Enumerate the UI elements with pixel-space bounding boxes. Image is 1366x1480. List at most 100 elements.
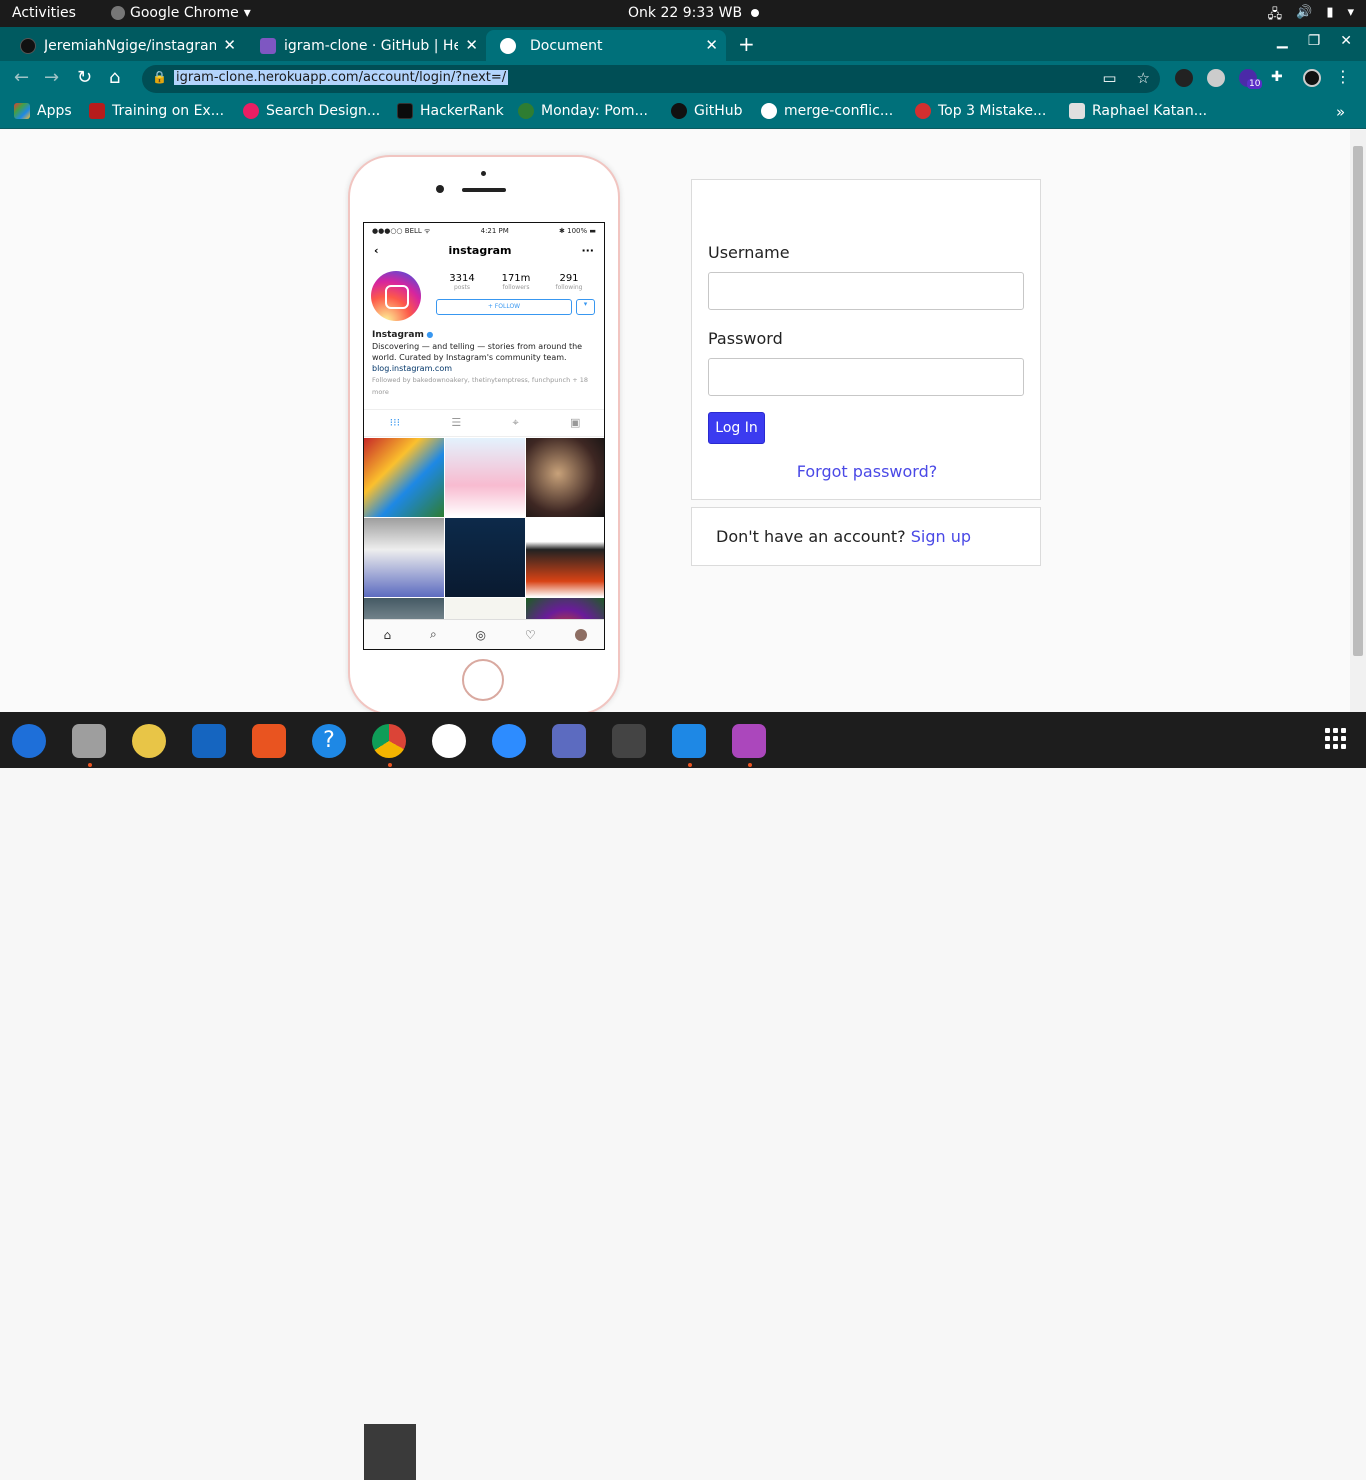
bookmark-top-mistakes[interactable]: Top 3 Mistake... [915,103,1046,119]
minimize-icon[interactable]: ▁ [1277,33,1288,49]
system-monitor-icon[interactable] [612,724,646,758]
password-input[interactable] [708,358,1024,396]
bookmark-star-icon[interactable]: ☆ [1137,69,1150,87]
software-center-icon[interactable] [252,724,286,758]
grid-view-icon: ⁝⁝⁝ [389,416,401,429]
ig-photo [364,518,444,597]
extension-badge-icon[interactable]: 10 [1239,69,1263,89]
ig-follow-button: + FOLLOW [436,299,572,315]
ig-bottom-nav: ⌂ ⌕ ◎ ♡ [364,619,604,649]
slack-icon[interactable] [432,724,466,758]
help-icon[interactable]: ? [312,724,346,758]
camera-icon: ◎ [475,627,487,642]
phone-camera [436,185,444,193]
location-pin-icon: ⌖ [512,416,519,429]
close-tab-icon[interactable]: ✕ [705,36,718,54]
more-bookmarks-icon[interactable]: » [1336,103,1345,121]
chrome-icon[interactable] [372,724,406,758]
close-window-icon[interactable]: ✕ [1340,33,1352,49]
clock[interactable]: Onk 22 9:33 WB [628,5,742,21]
bookmark-github[interactable]: GitHub [671,103,743,119]
screenshot-icon[interactable] [552,724,586,758]
tab-document[interactable]: Document ✕ [486,30,726,61]
url-text[interactable]: igram-clone.herokuapp.com/account/login/… [174,70,509,85]
bookmark-apps[interactable]: Apps [14,103,72,119]
rhythmbox-icon[interactable] [132,724,166,758]
stat-label: following [555,284,583,291]
tab-heroku[interactable]: igram-clone · GitHub | Her ✕ [240,30,486,61]
ig-view-tabs: ⁝⁝⁝ ☰ ⌖ ▣ [364,409,604,437]
dribbble-icon [243,103,259,119]
bookmark-search-design[interactable]: Search Design... [243,103,380,119]
new-tab-button[interactable]: + [738,32,755,56]
search-icon: ⌕ [429,627,437,641]
username-input[interactable] [708,272,1024,310]
app-menu[interactable]: Google Chrome ▾ [111,5,251,21]
menu-dots-icon[interactable]: ⋮ [1335,69,1353,87]
login-button[interactable]: Log In [708,412,765,444]
video-app-icon[interactable] [732,724,766,758]
forward-arrow-icon[interactable]: → [44,67,59,88]
tab-github-repo[interactable]: JeremiahNgige/instagram ✕ [0,30,244,61]
back-arrow-icon[interactable]: ← [14,67,29,88]
ig-stat-posts: 3314 posts [442,273,482,291]
files-icon[interactable] [72,724,106,758]
instagram-logo-icon [371,271,421,321]
github-icon [671,103,687,119]
running-indicator [388,763,392,767]
extension-spy-icon[interactable] [1175,69,1193,87]
restore-icon[interactable]: ❐ [1308,33,1321,49]
app-name: Google Chrome [130,5,239,21]
page-content [0,130,1350,712]
extensions-area: 10 ✚ ⋮ [1175,69,1353,89]
ig-display-name: Instagram [372,330,424,340]
hackerrank-icon [397,103,413,119]
bookmark-label: Training on Ex... [112,103,225,119]
address-bar[interactable]: 🔒 igram-clone.herokuapp.com/account/logi… [142,65,1160,93]
ig-stat-followers: 171m followers [496,273,536,291]
tab-label: igram-clone · GitHub | Her [284,37,458,54]
forgot-password-link[interactable]: Forgot password? [692,462,1042,481]
scrollbar-thumb[interactable] [1353,146,1363,656]
reload-icon[interactable]: ↻ [77,67,92,88]
running-indicator [88,763,92,767]
bookmark-monday[interactable]: Monday: Pom... [518,103,648,119]
signup-link[interactable]: Sign up [911,527,971,546]
ig-followed-by: Followed by bakedownoakery, thetinytempt… [372,376,589,396]
close-tab-icon[interactable]: ✕ [223,36,236,54]
profile-avatar[interactable] [1303,69,1321,87]
power-menu-icon: ▾ [1347,5,1354,20]
signup-prompt: Don't have an account? Sign up [716,527,971,546]
system-top-bar: Activities Google Chrome ▾ Onk 22 9:33 W… [0,0,1366,27]
system-tray[interactable]: 🖧 🔊 ▮ ▾ [1268,5,1354,27]
extension-globe-icon[interactable] [1207,69,1225,87]
bookmark-hackerrank[interactable]: HackerRank [397,103,504,119]
active-app-highlight [364,1424,416,1480]
bookmark-label: merge-conflic... [784,103,894,119]
page-scrollbar[interactable] [1350,130,1366,712]
bookmark-merge-conflict[interactable]: merge-conflic... [761,103,893,119]
zoom-icon[interactable] [492,724,526,758]
github-icon [20,38,36,54]
bookmark-raphael[interactable]: Raphael Katan... [1069,103,1207,119]
writer-icon[interactable] [192,724,226,758]
home-icon[interactable]: ⌂ [109,67,120,88]
signup-prompt-text: Don't have an account? [716,527,906,546]
close-tab-icon[interactable]: ✕ [465,36,478,54]
vscode-icon[interactable] [672,724,706,758]
thunderbird-icon[interactable] [12,724,46,758]
lock-icon: 🔒 [152,70,167,84]
ig-bio-link: blog.instagram.com [372,364,453,373]
bookmark-label: Apps [37,103,72,119]
bookmark-label: Raphael Katan... [1092,103,1208,119]
show-applications-icon[interactable] [1325,728,1347,750]
cast-icon[interactable]: ▭ [1102,69,1116,87]
ig-bio: Instagram ● Discovering — and telling — … [372,329,596,398]
ig-profile: 3314 posts 171m followers 291 following + F… [364,223,604,396]
ig-dropdown-icon: ▾ [576,299,595,315]
activities-button[interactable]: Activities [12,5,76,21]
globe-icon [500,38,516,54]
bookmark-training[interactable]: Training on Ex... [89,103,224,119]
puzzle-icon[interactable]: ✚ [1271,69,1289,87]
ig-stat-following: 291 following [549,273,589,291]
